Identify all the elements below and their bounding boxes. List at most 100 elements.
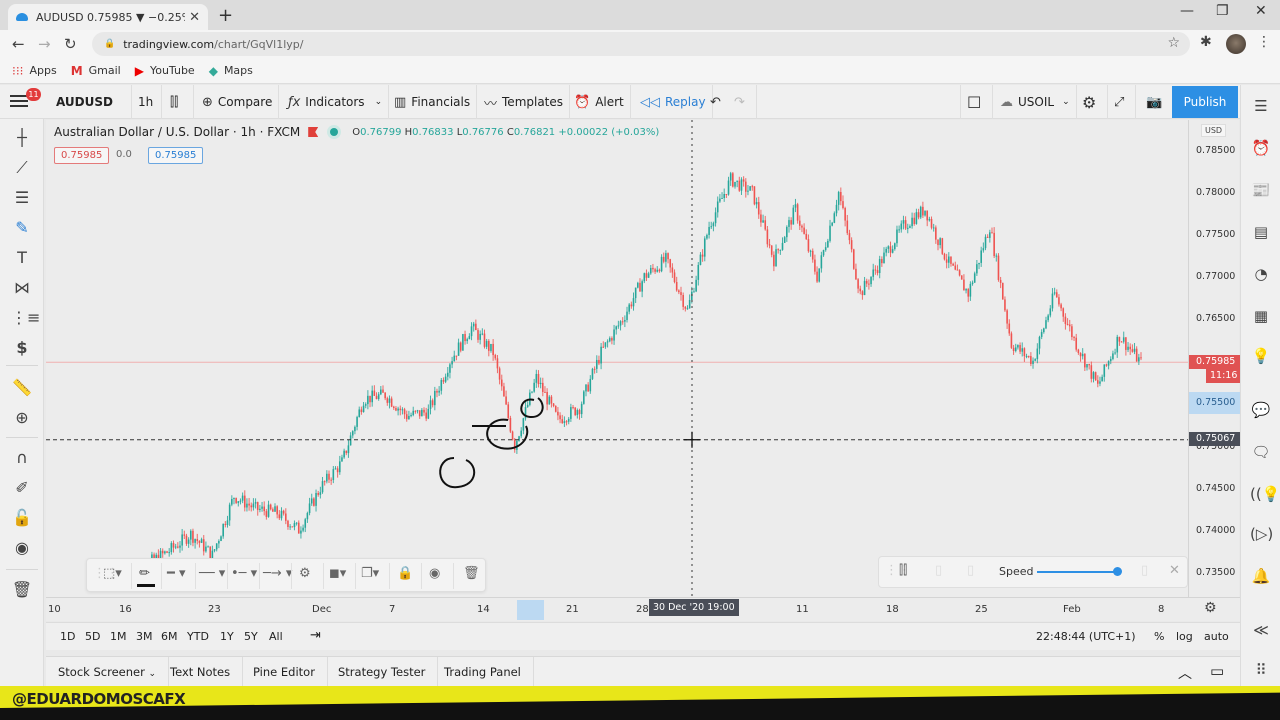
pattern-tool-icon[interactable]: ⋈ — [11, 277, 33, 299]
unlock-icon[interactable]: 🔓 — [11, 507, 33, 529]
layout-button[interactable]: ☐ — [960, 85, 994, 119]
lock-icon[interactable]: 🔒 — [397, 566, 413, 581]
calendar-icon[interactable]: ▦ — [1250, 305, 1272, 327]
alerts-icon[interactable]: ⏰ — [1250, 137, 1272, 159]
range-1d[interactable]: 1D — [60, 630, 75, 643]
ideas-icon[interactable]: 💡 — [1250, 345, 1272, 367]
chrome-menu-icon[interactable]: ⋮ — [1257, 34, 1271, 50]
close-window-icon[interactable]: ✕ — [1255, 3, 1267, 19]
text-tool-icon[interactable]: T — [11, 247, 33, 269]
bookmark-apps[interactable]: ⁝⁝⁝ Apps — [12, 64, 57, 78]
ruler-icon[interactable]: 📏 — [11, 377, 33, 399]
log-scale-toggle[interactable]: log — [1176, 630, 1193, 643]
data-window-icon[interactable]: ▤ — [1250, 221, 1272, 243]
percent-scale-toggle[interactable]: % — [1154, 630, 1164, 643]
axis-settings-icon[interactable]: ⚙ — [1204, 600, 1217, 616]
hotlists-icon[interactable]: ◔ — [1250, 263, 1272, 285]
forward-step-icon[interactable]: ▯ — [967, 563, 974, 578]
visual-order-icon[interactable]: ◼▾ — [329, 566, 346, 581]
buy-button[interactable]: 0.75985 — [148, 147, 204, 164]
bookmark-maps[interactable]: ◆ Maps — [209, 64, 253, 78]
range-1m[interactable]: 1M — [110, 630, 127, 643]
prediction-tool-icon[interactable]: ⋮≡ — [11, 307, 40, 329]
range-all[interactable]: All — [269, 630, 283, 643]
indicators-button[interactable]: ƒx Indicators ⌄ — [282, 85, 390, 119]
profile-avatar[interactable] — [1226, 34, 1246, 54]
broadcast-icon[interactable]: (▷) — [1250, 523, 1273, 545]
clock-timezone[interactable]: 22:48:44 (UTC+1) — [1036, 630, 1136, 643]
streams-icon[interactable]: ((💡)) — [1250, 483, 1280, 505]
line-start-icon[interactable]: •─ ▾ — [231, 566, 257, 581]
dollar-icon[interactable]: $ — [11, 337, 33, 359]
range-5y[interactable]: 5Y — [244, 630, 258, 643]
redo-button[interactable]: ↷ — [728, 85, 757, 119]
publish-button[interactable]: Publish — [1172, 86, 1238, 118]
price-scale[interactable]: USD 0.78500 0.78000 0.77500 0.77000 0.76… — [1188, 120, 1240, 597]
compare-button[interactable]: ⊕ Compare — [196, 85, 280, 119]
interval-button[interactable]: 1h — [132, 85, 162, 119]
reload-icon[interactable]: ↻ — [64, 35, 77, 53]
trend-line-icon[interactable]: ⟋ — [11, 157, 33, 179]
line-end-icon[interactable]: ─→ ▾ — [263, 566, 292, 581]
tab-text-notes[interactable]: Text Notes — [158, 657, 244, 687]
pencil-color-icon[interactable]: ✏ — [139, 566, 150, 581]
chart-pane[interactable]: Australian Dollar / U.S. Dollar · 1h · F… — [46, 120, 1188, 597]
range-3m[interactable]: 3M — [136, 630, 153, 643]
maximize-icon[interactable]: ❐ — [1216, 3, 1229, 19]
lock-drawing-icon[interactable]: ✐ — [11, 477, 33, 499]
trash-icon[interactable]: 🗑 — [11, 579, 33, 601]
watchlist-icon[interactable]: ☰ — [1250, 95, 1272, 117]
tab-strategy-tester[interactable]: Strategy Tester — [326, 657, 439, 687]
eye-icon[interactable]: ◉ — [429, 566, 440, 581]
extensions-icon[interactable]: ✱ — [1200, 34, 1212, 50]
sell-button[interactable]: 0.75985 — [54, 147, 110, 164]
line-width-icon[interactable]: ━ ▾ — [167, 566, 185, 581]
browser-tab[interactable]: AUDUSD 0.75985 ▼ −0.25% USO ✕ — [8, 4, 208, 30]
eye-icon[interactable]: ◉ — [11, 537, 33, 559]
range-ytd[interactable]: YTD — [187, 630, 209, 643]
line-style-icon[interactable]: ── ▾ — [199, 566, 225, 581]
go-to-date-icon[interactable]: ⇥ — [310, 628, 321, 643]
crosshair-icon[interactable]: ┼ — [11, 127, 33, 149]
tab-trading-panel[interactable]: Trading Panel — [432, 657, 534, 687]
url-input[interactable]: 🔒 tradingview.com/chart/GqVl1lyp/ ☆ — [92, 32, 1190, 56]
auto-scale-toggle[interactable]: auto — [1204, 630, 1229, 643]
forward-icon[interactable]: → — [38, 35, 51, 53]
price-chart[interactable] — [46, 120, 1188, 597]
range-6m[interactable]: 6M — [161, 630, 178, 643]
symbol-search-button[interactable]: AUDUSD — [50, 85, 132, 119]
replay-button[interactable]: ◁◁ Replay — [634, 85, 713, 119]
currency-label[interactable]: USD — [1201, 124, 1227, 137]
comments-icon[interactable]: 🗨 — [1250, 441, 1272, 463]
back-icon[interactable]: ← — [12, 35, 25, 53]
financials-button[interactable]: ▥ Financials — [388, 85, 478, 119]
range-1y[interactable]: 1Y — [220, 630, 234, 643]
clone-icon[interactable]: ❐▾ — [361, 566, 379, 581]
jump-to-realtime-icon[interactable]: ▯ — [1141, 563, 1148, 578]
range-5d[interactable]: 5D — [85, 630, 100, 643]
more-tools-icon[interactable]: ⠿ — [1250, 659, 1272, 681]
flag-icon[interactable] — [308, 127, 319, 137]
bookmark-star-icon[interactable]: ☆ — [1167, 35, 1180, 51]
settings-gear-icon[interactable]: ⚙ — [299, 566, 311, 581]
tab-stock-screener[interactable]: Stock Screener ⌄ — [46, 657, 170, 687]
tab-pine-editor[interactable]: Pine Editor — [241, 657, 328, 687]
alert-button[interactable]: ⏰ Alert — [568, 85, 631, 119]
saved-layout-button[interactable]: ☁ USOIL ⌄ — [994, 85, 1077, 119]
bookmark-youtube[interactable]: ▶ YouTube — [135, 64, 195, 78]
chart-type-button[interactable]: ⫿⫿ — [164, 85, 194, 119]
brush-icon[interactable]: ✎ — [11, 217, 33, 239]
order-panel-icon[interactable]: ≪ — [1250, 619, 1272, 641]
speed-slider-handle[interactable] — [1113, 567, 1122, 576]
bookmark-gmail[interactable]: M Gmail — [71, 64, 121, 78]
select-area-icon[interactable]: ⬚▾ — [103, 566, 122, 581]
maximize-panel-icon[interactable]: ▭ — [1210, 662, 1224, 680]
play-icon[interactable]: ▯ — [935, 563, 942, 578]
minimize-icon[interactable]: — — [1180, 3, 1194, 19]
speed-slider-track[interactable] — [1037, 571, 1117, 573]
close-tab-icon[interactable]: ✕ — [189, 10, 200, 25]
new-tab-button[interactable]: + — [218, 5, 233, 26]
notifications-bell-icon[interactable]: 🔔 — [1250, 565, 1272, 587]
time-axis[interactable]: 10 16 23 Dec 7 14 21 28 11 18 25 Feb 8 3… — [46, 597, 1240, 621]
expand-panel-icon[interactable]: ︿ — [1178, 663, 1192, 683]
